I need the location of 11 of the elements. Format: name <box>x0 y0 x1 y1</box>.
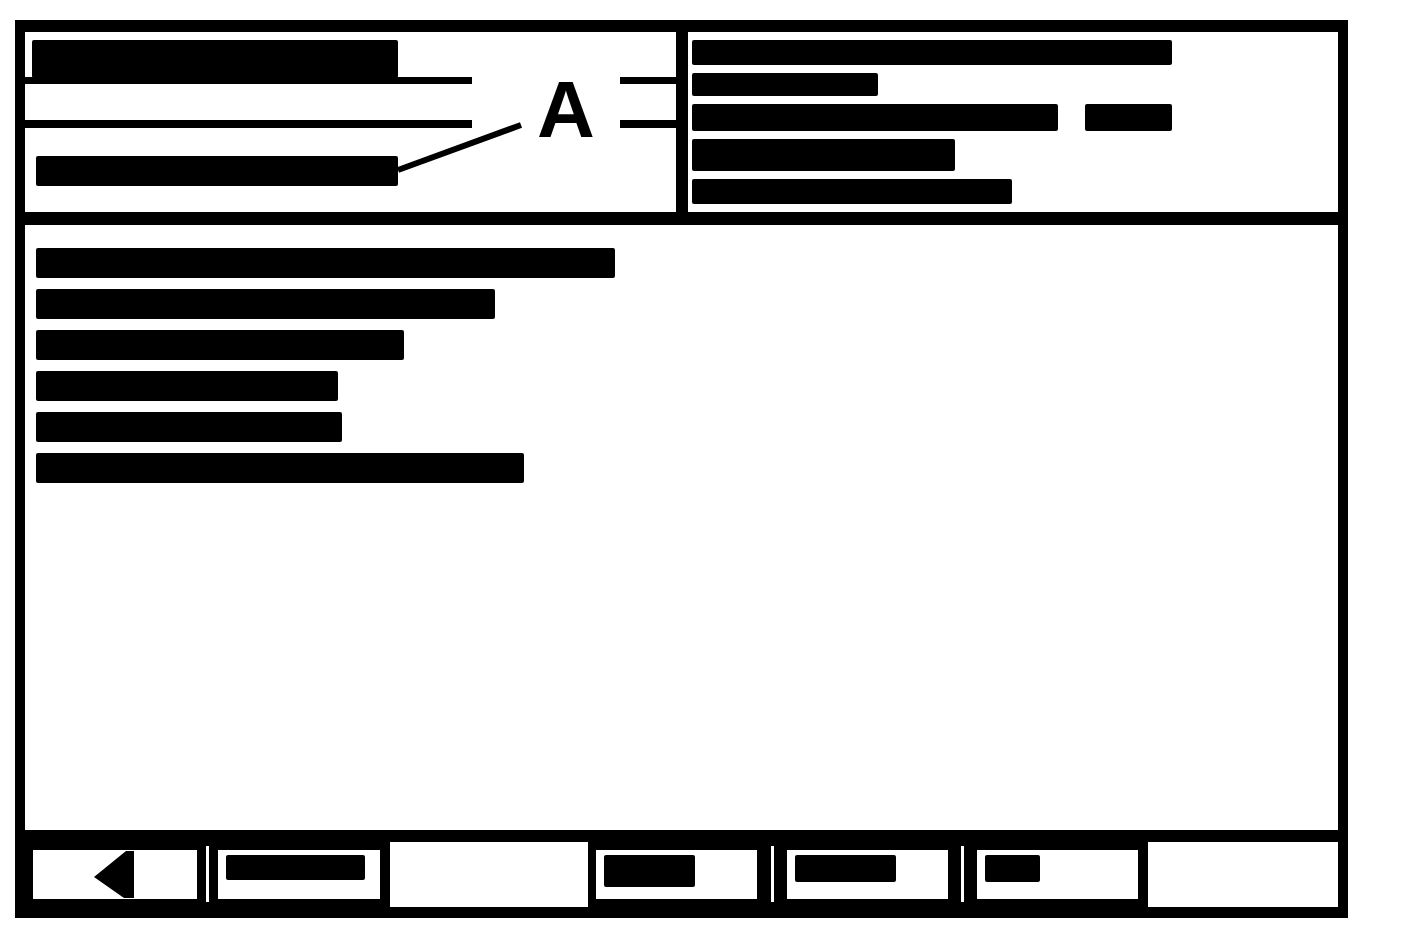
key-divider <box>961 846 964 902</box>
left-arrow-icon <box>94 851 134 898</box>
softkey-button[interactable] <box>218 849 380 899</box>
softkey-button[interactable] <box>977 849 1138 899</box>
key-divider <box>206 846 209 902</box>
back-button[interactable] <box>33 849 197 899</box>
callout-label: A <box>537 65 595 154</box>
redaction-bar <box>985 854 1040 882</box>
key-divider <box>770 846 774 902</box>
softkey-button[interactable] <box>787 849 948 899</box>
softkey-button[interactable] <box>596 849 757 899</box>
